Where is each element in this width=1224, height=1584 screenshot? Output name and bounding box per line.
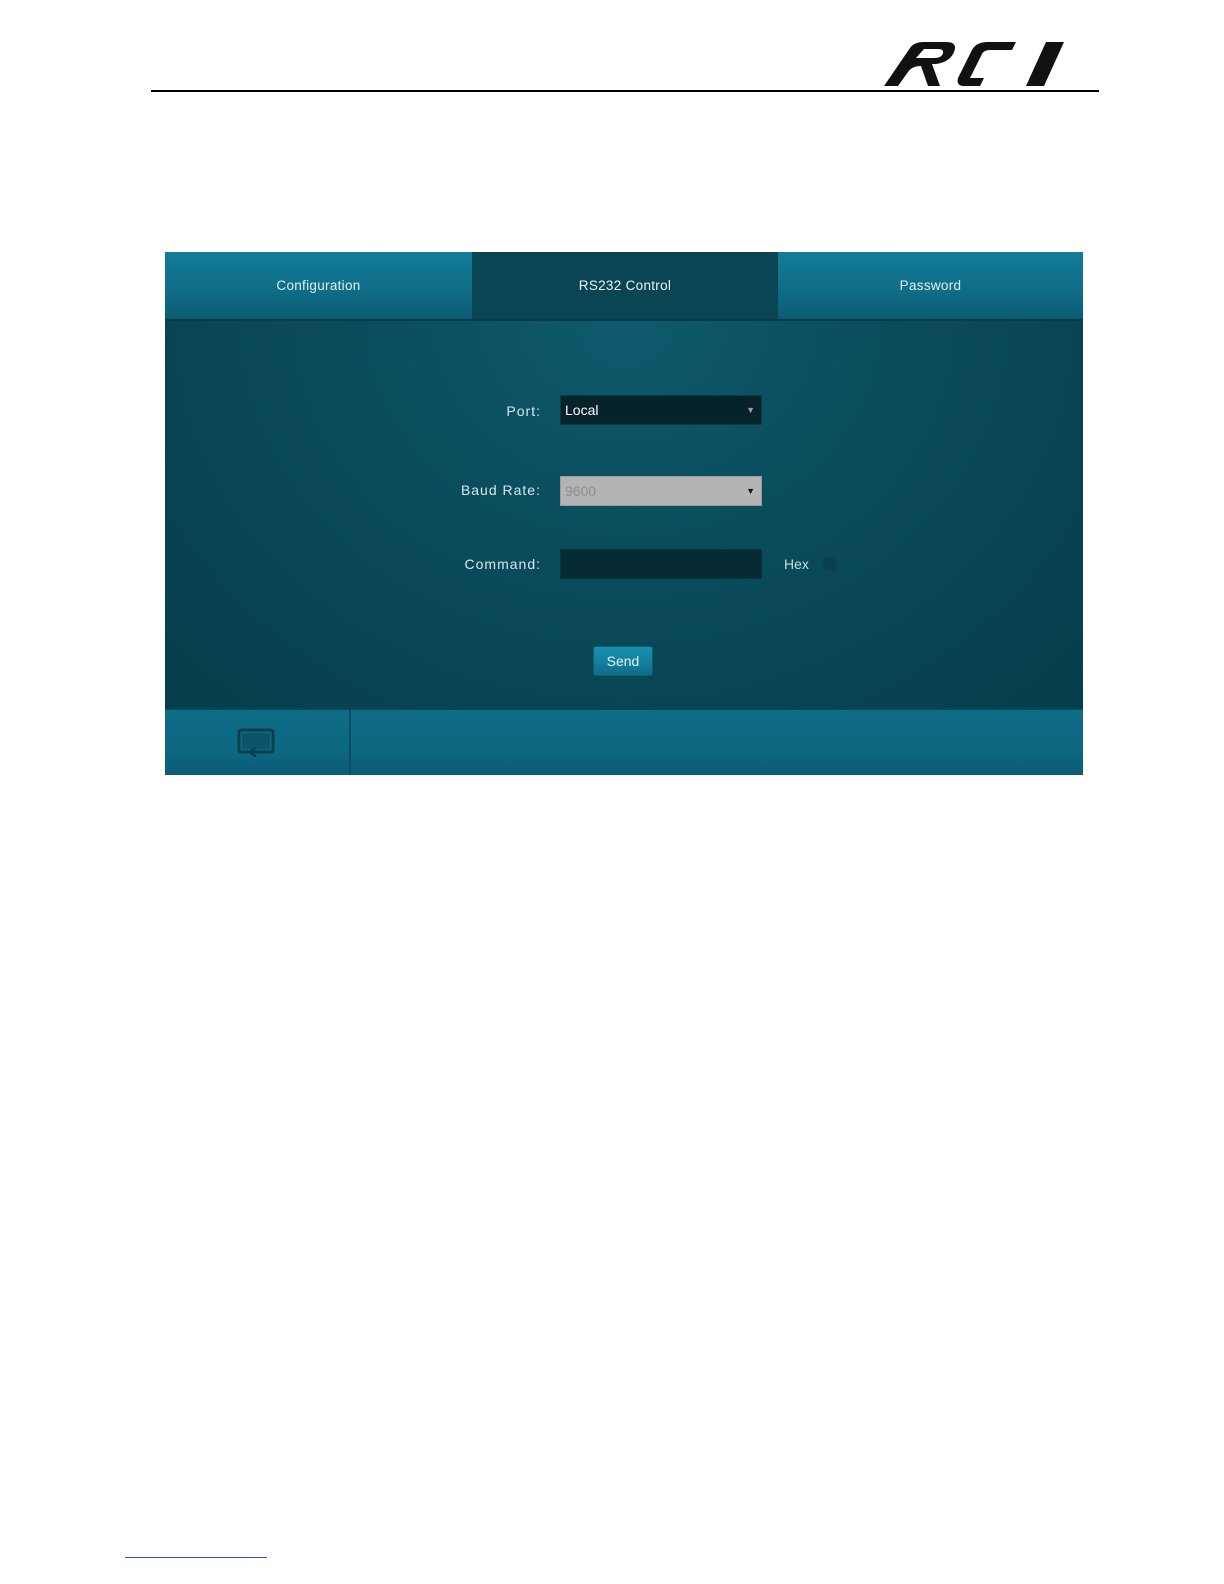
baud-rate-select[interactable]: 9600 ▼ [560, 476, 762, 506]
send-button-label: Send [606, 653, 640, 669]
tab-rs232-control[interactable]: RS232 Control [472, 252, 778, 319]
hex-checkbox[interactable] [823, 557, 837, 571]
hex-label: Hex [784, 556, 809, 572]
tab-configuration[interactable]: Configuration [165, 252, 472, 319]
port-select-value: Local [565, 402, 599, 418]
tab-label: Configuration [276, 278, 361, 293]
port-label: Port: [506, 403, 541, 419]
command-input[interactable] [560, 549, 762, 579]
tab-bar: Configuration RS232 Control Password [165, 252, 1083, 321]
send-button[interactable]: Send [593, 646, 653, 676]
baud-rate-select-value: 9600 [565, 483, 597, 499]
rs232-control-panel: Configuration RS232 Control Password Por… [165, 252, 1083, 775]
tab-password[interactable]: Password [778, 252, 1083, 319]
footer-left-cell [165, 710, 351, 775]
footer-bar [165, 708, 1083, 775]
tab-label: RS232 Control [578, 278, 672, 293]
port-select[interactable]: Local ▼ [560, 395, 762, 425]
dropdown-arrow-icon: ▼ [746, 405, 755, 415]
footnote-link-underline [125, 1557, 267, 1558]
baud-rate-label: Baud Rate: [460, 482, 541, 498]
command-label: Command: [464, 556, 541, 572]
header-rule [151, 90, 1099, 92]
dropdown-arrow-icon: ▼ [746, 486, 755, 496]
rs232-form: Port: Local ▼ Baud Rate: 9600 ▼ Command:… [165, 321, 1083, 708]
tab-label: Password [899, 278, 962, 293]
logout-icon[interactable] [237, 728, 277, 758]
rti-logo [880, 36, 1070, 92]
